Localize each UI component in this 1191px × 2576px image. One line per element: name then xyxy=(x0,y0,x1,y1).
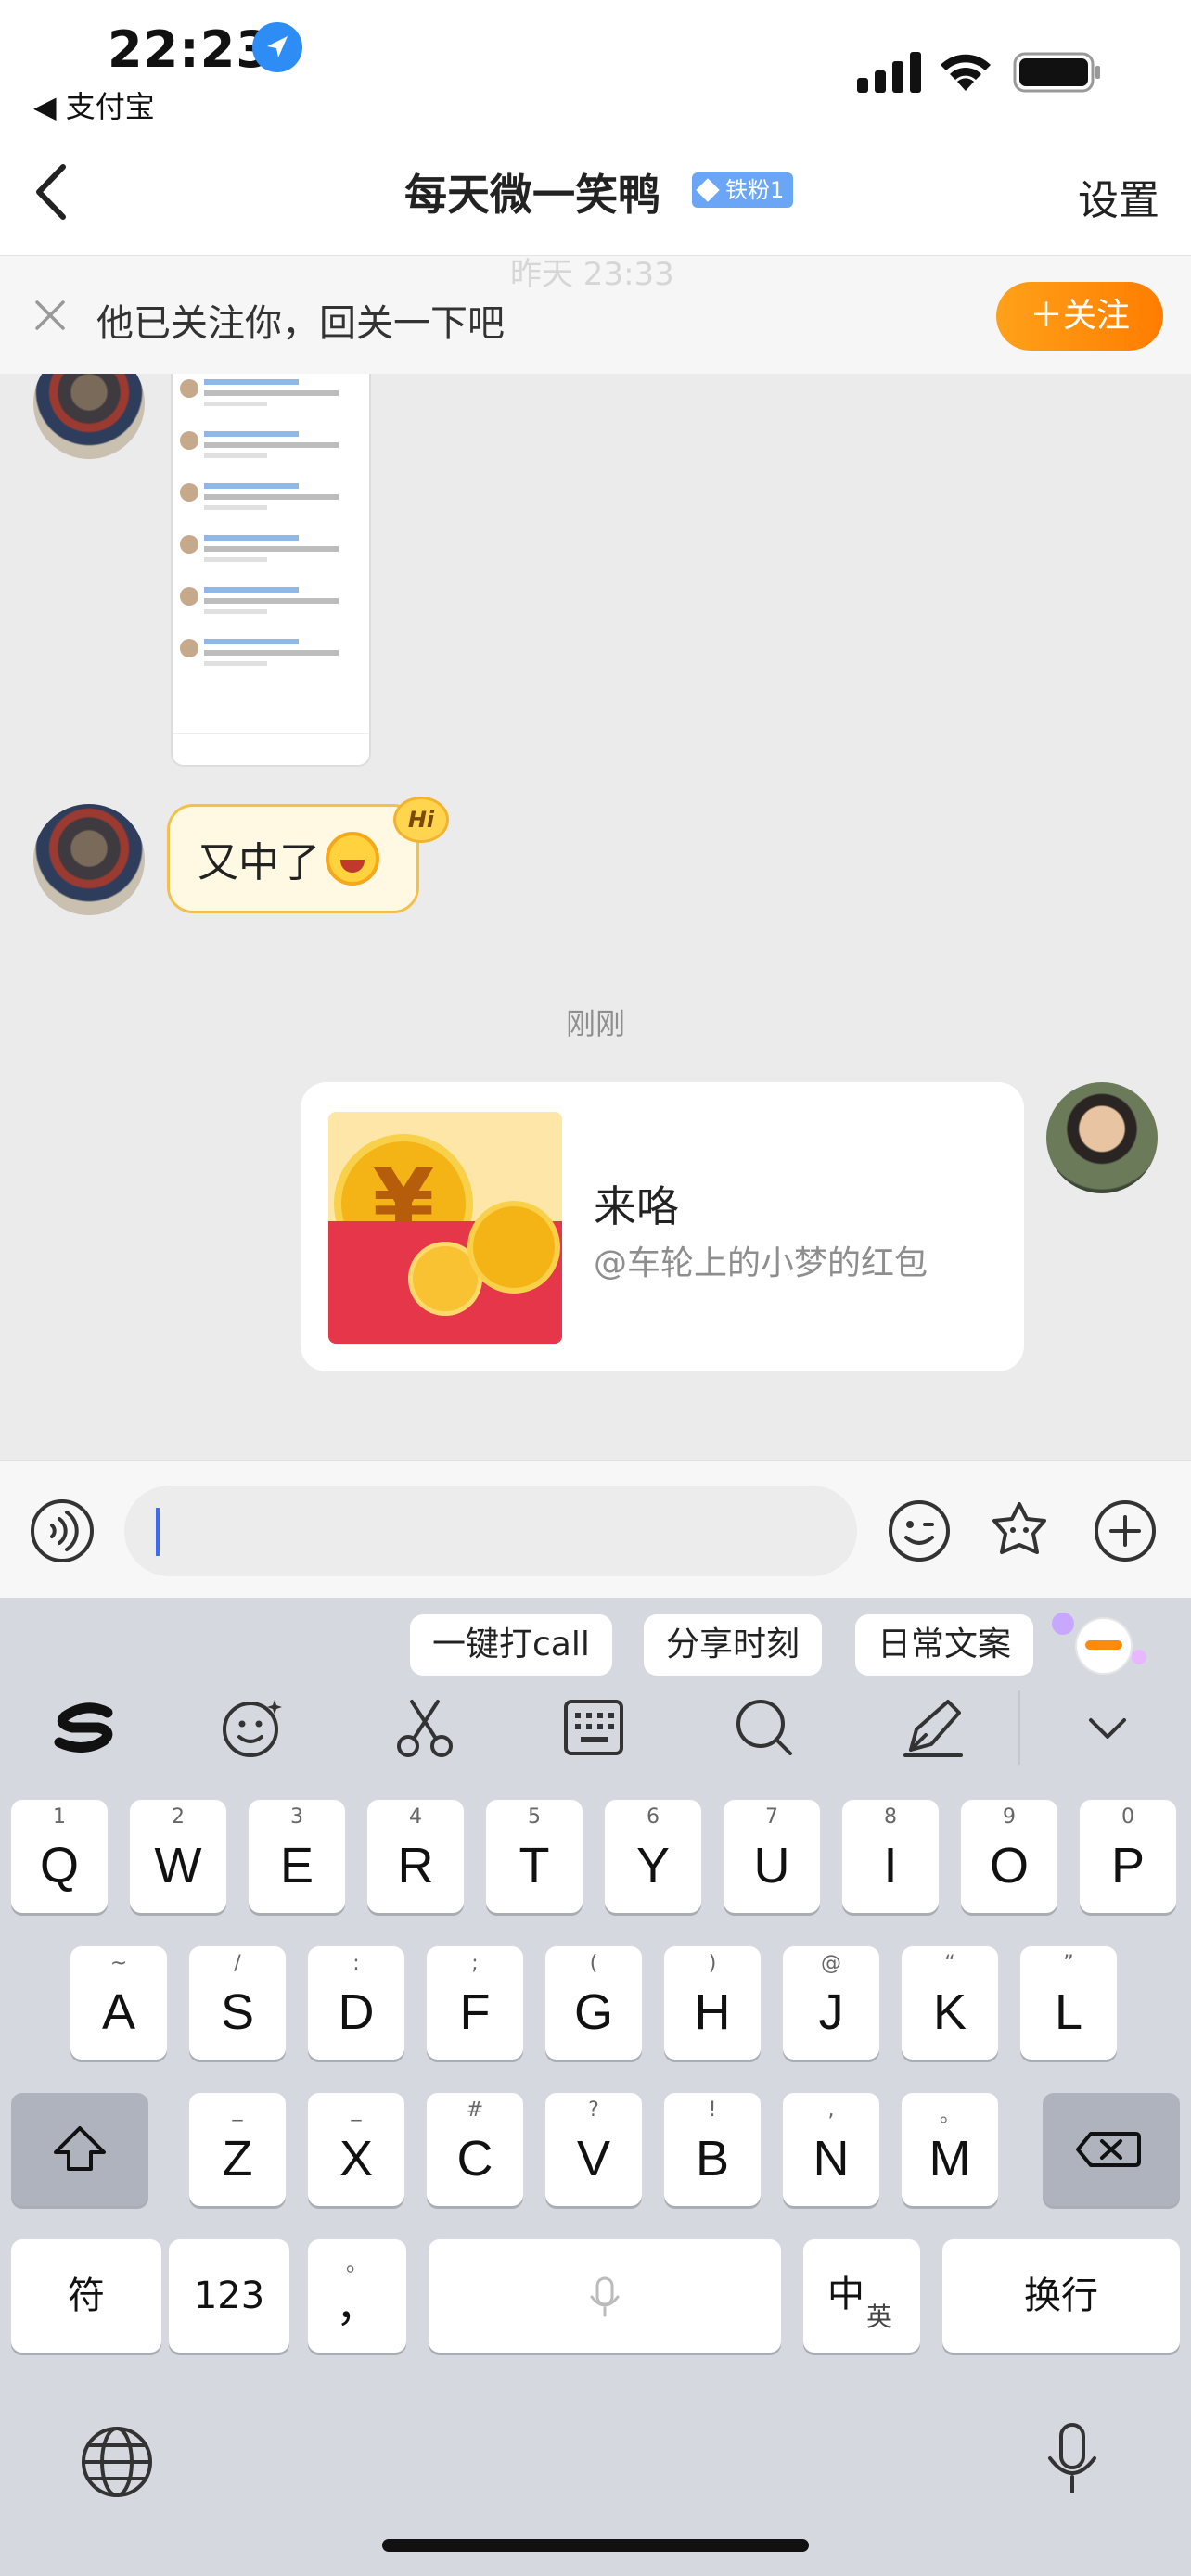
number-key[interactable]: 123 xyxy=(169,2239,289,2353)
location-arrow-icon xyxy=(252,22,302,72)
toolbar-divider xyxy=(1018,1690,1020,1765)
avatar[interactable] xyxy=(33,374,145,459)
home-indicator[interactable] xyxy=(382,2539,809,2552)
handwriting-pen-icon[interactable] xyxy=(898,1692,968,1763)
settings-button[interactable]: 设置 xyxy=(1078,167,1159,226)
plus-icon[interactable] xyxy=(1093,1498,1158,1563)
key-e[interactable]: 3E xyxy=(249,1800,345,1913)
key-o[interactable]: 9O xyxy=(961,1800,1057,1913)
keyboard-icon[interactable] xyxy=(558,1692,629,1763)
key-y[interactable]: 6Y xyxy=(605,1800,701,1913)
faded-timestamp: 昨天 23:33 xyxy=(510,256,674,293)
back-chevron-icon[interactable] xyxy=(26,159,78,224)
search-icon[interactable] xyxy=(729,1692,800,1763)
key-z[interactable]: _ Z xyxy=(189,2093,286,2206)
follow-button[interactable]: ＋关注 xyxy=(996,282,1163,351)
return-key[interactable]: 换行 xyxy=(942,2239,1180,2353)
back-to-app-link[interactable]: ◀ 支付宝 xyxy=(33,83,155,126)
key-n[interactable]: ,N xyxy=(783,2093,879,2206)
diamond-icon xyxy=(696,178,720,202)
chat-area[interactable]: 又中了 Hi 刚刚 ¥ 来咯 @车轮上的小梦的红包 xyxy=(0,374,1191,1460)
sogou-logo-icon[interactable] xyxy=(50,1692,121,1763)
key-b[interactable]: ! B xyxy=(664,2093,761,2206)
collapse-keyboard-icon[interactable] xyxy=(1072,1692,1143,1763)
symbol-key[interactable]: 符 xyxy=(11,2239,161,2353)
scissors-icon[interactable] xyxy=(390,1692,460,1763)
dictation-mic-icon[interactable] xyxy=(1033,2419,1111,2497)
close-icon[interactable] xyxy=(32,297,69,334)
suggestion-chip[interactable]: 分享时刻 xyxy=(644,1614,823,1676)
key-f[interactable]: ; F xyxy=(427,1946,523,2060)
fan-level-badge: 铁粉1 xyxy=(692,172,794,208)
suggestion-chip[interactable]: 一键打call xyxy=(410,1614,612,1676)
keyboard-mascot-icon[interactable] xyxy=(1046,1605,1148,1679)
language-switch-key[interactable]: 中 英 xyxy=(803,2239,920,2353)
laughing-emoji-icon xyxy=(326,832,379,886)
message-timestamp: 刚刚 xyxy=(565,1006,625,1041)
key-l[interactable]: ” L xyxy=(1020,1946,1117,2060)
fan-level-label: 铁粉1 xyxy=(725,177,785,203)
key-r[interactable]: 4R xyxy=(367,1800,464,1913)
clock: 22:23 xyxy=(108,20,272,79)
key-v[interactable]: ? V xyxy=(545,2093,642,2206)
key-d[interactable]: :D xyxy=(308,1946,404,2060)
shift-arrow-icon xyxy=(54,2126,106,2171)
follow-back-banner: 昨天 23:33 他已关注你，回关一下吧 ＋关注 xyxy=(0,255,1191,374)
wifi-icon xyxy=(941,54,991,91)
avatar[interactable] xyxy=(1046,1082,1158,1193)
key-j[interactable]: @ J xyxy=(783,1946,879,2060)
punctuation-key[interactable]: 。 ， xyxy=(308,2239,406,2353)
key-h[interactable]: ) H xyxy=(664,1946,761,2060)
key-g[interactable]: (G xyxy=(545,1946,642,2060)
battery-icon xyxy=(1013,52,1100,93)
key-w[interactable]: 2W xyxy=(130,1800,226,1913)
sticker-icon[interactable] xyxy=(987,1498,1052,1563)
message-input[interactable] xyxy=(124,1486,857,1576)
backspace-icon xyxy=(1076,2132,1141,2167)
emoji-icon[interactable] xyxy=(887,1498,952,1563)
text-caret xyxy=(156,1508,160,1556)
banner-text: 他已关注你，回关一下吧 xyxy=(96,302,505,345)
text-message-bubble[interactable]: 又中了 xyxy=(167,804,419,913)
delete-key[interactable] xyxy=(1043,2093,1180,2206)
key-p[interactable]: 0P xyxy=(1080,1800,1176,1913)
microphone-icon xyxy=(590,2276,620,2317)
key-k[interactable]: “K xyxy=(902,1946,998,2060)
cellular-signal-icon xyxy=(857,52,921,93)
status-bar: 22:23 ◀ 支付宝 xyxy=(0,0,1191,130)
key-x[interactable]: _ X xyxy=(308,2093,404,2206)
key-t[interactable]: 5T xyxy=(486,1800,583,1913)
space-key[interactable] xyxy=(429,2239,781,2353)
hi-bubble-badge: Hi xyxy=(393,797,449,843)
red-packet-subtitle: @车轮上的小梦的红包 xyxy=(594,1244,928,1282)
key-c[interactable]: # C xyxy=(427,2093,523,2206)
message-text: 又中了 xyxy=(198,839,320,886)
voice-input-icon[interactable] xyxy=(30,1498,95,1563)
shift-key[interactable] xyxy=(11,2093,148,2206)
image-message[interactable] xyxy=(171,374,371,767)
avatar[interactable] xyxy=(33,804,145,915)
chat-title: 每天微一笑鸭 xyxy=(404,170,660,220)
globe-icon[interactable] xyxy=(78,2423,156,2501)
message-input-bar xyxy=(0,1460,1191,1598)
red-packet-card[interactable]: ¥ 来咯 @车轮上的小梦的红包 xyxy=(301,1082,1024,1371)
key-q[interactable]: 1Q xyxy=(11,1800,108,1913)
key-m[interactable]: 。 M xyxy=(902,2093,998,2206)
key-i[interactable]: 8I xyxy=(842,1800,939,1913)
emoji-face-icon[interactable] xyxy=(217,1692,288,1763)
nav-bar: 每天微一笑鸭 铁粉1 设置 xyxy=(0,130,1191,255)
key-u[interactable]: 7U xyxy=(724,1800,820,1913)
red-packet-title: 来咯 xyxy=(594,1181,679,1231)
keyboard: 一键打call 分享时刻 日常文案 1Q 2W 3 E 4 R 5 T 6 Y … xyxy=(0,1598,1191,2576)
key-a[interactable]: ~ A xyxy=(70,1946,167,2060)
key-s[interactable]: / S xyxy=(189,1946,286,2060)
red-packet-icon: ¥ xyxy=(328,1112,562,1344)
suggestion-chip[interactable]: 日常文案 xyxy=(855,1614,1034,1676)
